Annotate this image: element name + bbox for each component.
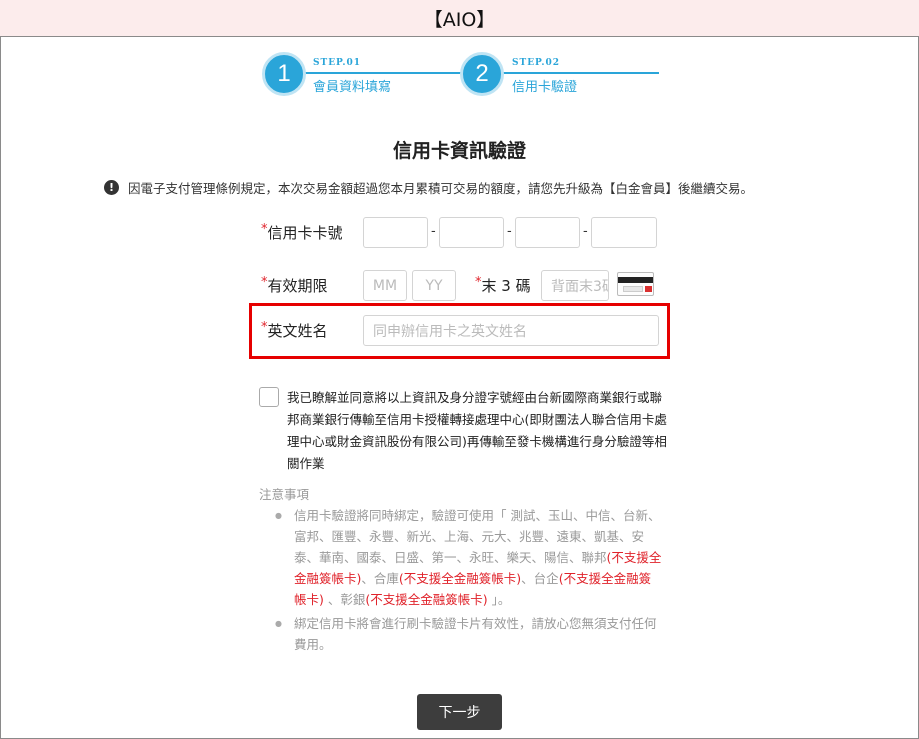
consent-checkbox[interactable]: [259, 387, 279, 407]
step-line: [502, 72, 659, 74]
required-mark: *: [475, 275, 482, 290]
cvv-input[interactable]: 背面末3碼: [541, 270, 609, 301]
name-label-text: 英文姓名: [267, 322, 328, 340]
required-mark: *: [261, 320, 268, 335]
banner-title: 【AIO】: [423, 8, 496, 31]
expiry-label: *有效期限: [261, 275, 328, 296]
expiry-label-text: 有效期限: [267, 277, 328, 295]
card-number-field-2[interactable]: [439, 217, 504, 248]
name-label: *英文姓名: [261, 320, 328, 341]
step-2-circle: 2: [460, 52, 504, 96]
notice-text: 因電子支付管理條例規定，本次交易金額超過您本月累積可交易的額度，請您先升級為【白…: [128, 181, 754, 196]
card-number-label: *信用卡卡號: [261, 222, 343, 243]
cvv-label: *末 3 碼: [475, 275, 531, 296]
step-1-tag: STEP.01: [313, 58, 361, 68]
next-step-button[interactable]: 下一步: [417, 694, 502, 730]
card-number-field-3[interactable]: [515, 217, 580, 248]
cvv-label-text: 末 3 碼: [481, 277, 531, 295]
step-1-circle: 1: [262, 52, 306, 96]
required-mark: *: [261, 222, 268, 237]
card-back-icon: [617, 272, 654, 296]
dash: -: [583, 224, 588, 239]
card-number-field-1[interactable]: [363, 217, 428, 248]
exclamation-icon: !: [104, 180, 119, 195]
notes-item-1: 信用卡驗證將同時綁定，驗證可使用「 測試、玉山、中信、台新、富邦、匯豐、永豐、新…: [272, 505, 662, 610]
note-text: 信用卡驗證將同時綁定，驗證可使用「 測試、玉山、中信、台新、富邦、匯豐、永豐、新…: [294, 508, 661, 565]
required-mark: *: [261, 275, 268, 290]
top-banner: 【AIO】: [0, 0, 919, 37]
step-line: [302, 72, 462, 74]
dash: -: [507, 224, 512, 239]
step-2-tag: STEP.02: [512, 58, 560, 68]
expiry-year-input[interactable]: YY: [412, 270, 456, 301]
note-text: 、台企: [521, 571, 559, 586]
step-progress: 1 STEP.01 會員資料填寫 2 STEP.02 信用卡驗證: [262, 52, 662, 98]
page-title: 信用卡資訊驗證: [392, 140, 526, 162]
note-text: 」。: [487, 592, 511, 607]
note-warning: (不支援全金融簽帳卡): [365, 592, 488, 607]
english-name-input[interactable]: 同申辦信用卡之英文姓名: [363, 315, 659, 346]
expiry-month-input[interactable]: MM: [363, 270, 407, 301]
step-1-name: 會員資料填寫: [313, 80, 392, 95]
step-2-name: 信用卡驗證: [512, 80, 578, 95]
note-text: 、合庫: [361, 571, 399, 586]
note-warning: (不支援全金融簽帳卡): [398, 571, 522, 586]
card-number-field-4[interactable]: [591, 217, 657, 248]
notes-title: 注意事項: [259, 487, 310, 502]
notice: ! 因電子支付管理條例規定，本次交易金額超過您本月累積可交易的額度，請您先升級為…: [104, 178, 753, 197]
consent-text: 我已瞭解並同意將以上資訊及身分證字號經由台新國際商業銀行或聯邦商業銀行傳輸至信用…: [287, 390, 667, 471]
card-number-label-text: 信用卡卡號: [267, 224, 343, 242]
note-text: 、彰銀: [323, 592, 366, 607]
notes-list: 信用卡驗證將同時綁定，驗證可使用「 測試、玉山、中信、台新、富邦、匯豐、永豐、新…: [272, 505, 662, 658]
dash: -: [431, 224, 436, 239]
notes-item-2: 綁定信用卡將會進行刷卡驗證卡片有效性，請放心您無須支付任何費用。: [272, 613, 662, 655]
